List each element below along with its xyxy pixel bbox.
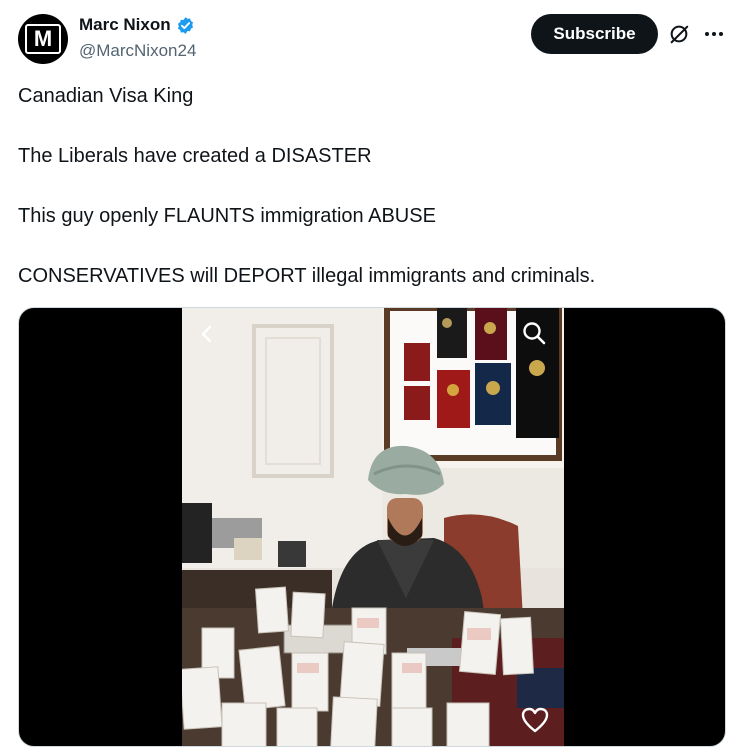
subscribe-button[interactable]: Subscribe [531, 14, 658, 54]
more-icon [705, 32, 723, 36]
back-arrow-icon[interactable] [195, 322, 219, 346]
avatar-letter: M [25, 24, 61, 54]
display-name[interactable]: Marc Nixon [79, 15, 171, 35]
tweet-line-4: CONSERVATIVES will DEPORT illegal immigr… [18, 265, 596, 287]
grok-icon[interactable] [668, 23, 690, 45]
avatar[interactable]: M [18, 14, 68, 64]
tweet-line-3: This guy openly FLAUNTS immigration ABUS… [18, 205, 436, 227]
tweet-media[interactable] [18, 307, 726, 747]
tweet-line-2: The Liberals have created a DISASTER [18, 145, 372, 167]
more-options-icon[interactable] [702, 22, 726, 46]
author-name-row: Marc Nixon [79, 15, 195, 35]
search-icon[interactable] [521, 320, 547, 346]
verified-badge-icon [177, 16, 193, 34]
author-handle[interactable]: @MarcNixon24 [79, 41, 196, 61]
office-photo [182, 308, 564, 746]
tweet-header: M Marc Nixon @MarcNixon24 Subscribe [0, 0, 743, 80]
heart-icon[interactable] [520, 706, 550, 734]
tweet-line-1: Canadian Visa King [18, 85, 194, 107]
